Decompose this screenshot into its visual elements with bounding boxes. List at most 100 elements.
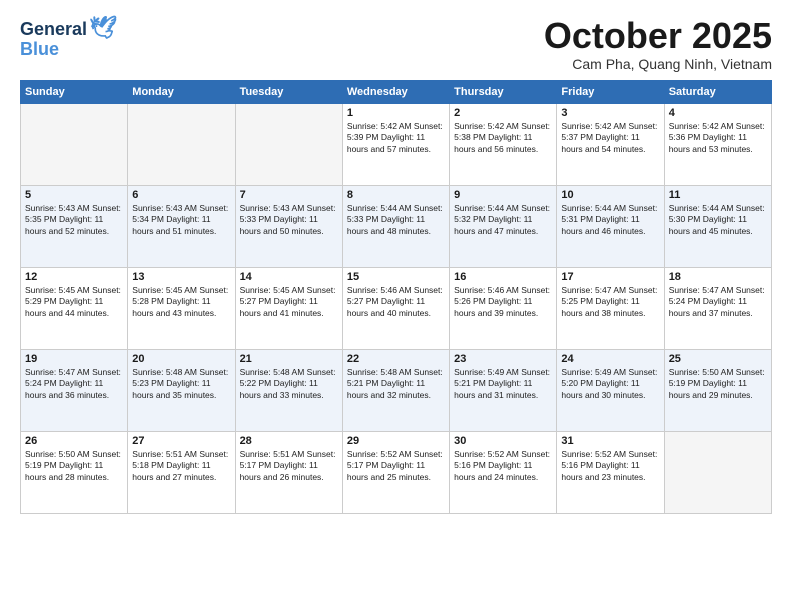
day-cell: 2 Sunrise: 5:42 AM Sunset: 5:38 PM Daylig… (450, 103, 557, 185)
day-info: Sunrise: 5:49 AM Sunset: 5:21 PM Dayligh… (454, 367, 552, 403)
day-cell: 9 Sunrise: 5:44 AM Sunset: 5:32 PM Daylig… (450, 185, 557, 267)
day-cell: 13 Sunrise: 5:45 AM Sunset: 5:28 PM Dayli… (128, 267, 235, 349)
day-info: Sunrise: 5:45 AM Sunset: 5:28 PM Dayligh… (132, 285, 230, 321)
day-cell: 21Sunrise: 5:48 AM Sunset: 5:22 PM Dayli… (235, 349, 342, 431)
day-cell (235, 103, 342, 185)
day-info: Sunrise: 5:50 AM Sunset: 5:19 PM Dayligh… (669, 367, 767, 403)
day-cell: 25 Sunrise: 5:50 AM Sunset: 5:19 PM Dayli… (664, 349, 771, 431)
day-cell: 31 Sunrise: 5:52 AM Sunset: 5:16 PM Dayli… (557, 431, 664, 513)
day-number: 23 (454, 353, 552, 365)
day-number: 9 (454, 189, 552, 201)
day-info: Sunrise: 5:51 AM Sunset: 5:18 PM Dayligh… (132, 449, 230, 485)
weekday-header-sunday: Sunday (21, 80, 128, 103)
day-info: Sunrise: 5:49 AM Sunset: 5:20 PM Dayligh… (561, 367, 659, 403)
month-title: October 2025 (544, 16, 772, 56)
week-row-3: 12 Sunrise: 5:45 AM Sunset: 5:29 PM Dayli… (21, 267, 772, 349)
logo-blue: Blue (20, 40, 59, 58)
day-info: Sunrise: 5:44 AM Sunset: 5:32 PM Dayligh… (454, 203, 552, 239)
day-number: 13 (132, 271, 230, 283)
day-info: Sunrise: 5:43 AM Sunset: 5:35 PM Dayligh… (25, 203, 123, 239)
day-cell: 4Sunrise: 5:42 AM Sunset: 5:36 PM Daylig… (664, 103, 771, 185)
weekday-header-friday: Friday (557, 80, 664, 103)
weekday-header-saturday: Saturday (664, 80, 771, 103)
day-cell (128, 103, 235, 185)
day-cell: 30 Sunrise: 5:52 AM Sunset: 5:16 PM Dayli… (450, 431, 557, 513)
day-number: 11 (669, 189, 767, 201)
day-number: 3 (561, 107, 659, 119)
day-number: 17 (561, 271, 659, 283)
day-cell: 20Sunrise: 5:48 AM Sunset: 5:23 PM Dayli… (128, 349, 235, 431)
day-info: Sunrise: 5:51 AM Sunset: 5:17 PM Dayligh… (240, 449, 338, 485)
day-cell: 14Sunrise: 5:45 AM Sunset: 5:27 PM Dayli… (235, 267, 342, 349)
day-cell: 18Sunrise: 5:47 AM Sunset: 5:24 PM Dayli… (664, 267, 771, 349)
day-info: Sunrise: 5:45 AM Sunset: 5:27 PM Dayligh… (240, 285, 338, 321)
header: General🕊 Blue October 2025 Cam Pha, Quan… (20, 16, 772, 72)
day-cell: 10 Sunrise: 5:44 AM Sunset: 5:31 PM Dayli… (557, 185, 664, 267)
day-number: 5 (25, 189, 123, 201)
day-info: Sunrise: 5:48 AM Sunset: 5:21 PM Dayligh… (347, 367, 445, 403)
day-cell: 1Sunrise: 5:42 AM Sunset: 5:39 PM Daylig… (342, 103, 449, 185)
day-info: Sunrise: 5:42 AM Sunset: 5:38 PM Dayligh… (454, 121, 552, 157)
day-info: Sunrise: 5:43 AM Sunset: 5:34 PM Dayligh… (132, 203, 230, 239)
calendar: SundayMondayTuesdayWednesdayThursdayFrid… (20, 80, 772, 514)
day-info: Sunrise: 5:52 AM Sunset: 5:17 PM Dayligh… (347, 449, 445, 485)
weekday-header-thursday: Thursday (450, 80, 557, 103)
day-cell: 29 Sunrise: 5:52 AM Sunset: 5:17 PM Dayli… (342, 431, 449, 513)
day-info: Sunrise: 5:46 AM Sunset: 5:27 PM Dayligh… (347, 285, 445, 321)
day-number: 29 (347, 435, 445, 447)
day-info: Sunrise: 5:52 AM Sunset: 5:16 PM Dayligh… (561, 449, 659, 485)
day-info: Sunrise: 5:42 AM Sunset: 5:37 PM Dayligh… (561, 121, 659, 157)
day-cell: 28 Sunrise: 5:51 AM Sunset: 5:17 PM Dayli… (235, 431, 342, 513)
location: Cam Pha, Quang Ninh, Vietnam (544, 56, 772, 72)
day-number: 7 (240, 189, 338, 201)
week-row-2: 5 Sunrise: 5:43 AM Sunset: 5:35 PM Daylig… (21, 185, 772, 267)
day-cell: 26Sunrise: 5:50 AM Sunset: 5:19 PM Dayli… (21, 431, 128, 513)
day-info: Sunrise: 5:48 AM Sunset: 5:23 PM Dayligh… (132, 367, 230, 403)
day-info: Sunrise: 5:44 AM Sunset: 5:30 PM Dayligh… (669, 203, 767, 239)
day-info: Sunrise: 5:44 AM Sunset: 5:31 PM Dayligh… (561, 203, 659, 239)
day-info: Sunrise: 5:44 AM Sunset: 5:33 PM Dayligh… (347, 203, 445, 239)
day-number: 2 (454, 107, 552, 119)
day-number: 31 (561, 435, 659, 447)
day-info: Sunrise: 5:46 AM Sunset: 5:26 PM Dayligh… (454, 285, 552, 321)
day-number: 1 (347, 107, 445, 119)
day-info: Sunrise: 5:47 AM Sunset: 5:24 PM Dayligh… (669, 285, 767, 321)
day-cell: 6 Sunrise: 5:43 AM Sunset: 5:34 PM Daylig… (128, 185, 235, 267)
day-cell: 24 Sunrise: 5:49 AM Sunset: 5:20 PM Dayli… (557, 349, 664, 431)
day-cell: 22Sunrise: 5:48 AM Sunset: 5:21 PM Dayli… (342, 349, 449, 431)
day-number: 30 (454, 435, 552, 447)
day-number: 25 (669, 353, 767, 365)
weekday-header-monday: Monday (128, 80, 235, 103)
day-number: 24 (561, 353, 659, 365)
week-row-5: 26Sunrise: 5:50 AM Sunset: 5:19 PM Dayli… (21, 431, 772, 513)
day-number: 4 (669, 107, 767, 119)
day-number: 6 (132, 189, 230, 201)
day-info: Sunrise: 5:52 AM Sunset: 5:16 PM Dayligh… (454, 449, 552, 485)
day-cell: 23 Sunrise: 5:49 AM Sunset: 5:21 PM Dayli… (450, 349, 557, 431)
day-number: 21 (240, 353, 338, 365)
day-number: 28 (240, 435, 338, 447)
week-row-1: 1Sunrise: 5:42 AM Sunset: 5:39 PM Daylig… (21, 103, 772, 185)
day-number: 16 (454, 271, 552, 283)
day-cell: 8 Sunrise: 5:44 AM Sunset: 5:33 PM Daylig… (342, 185, 449, 267)
day-cell: 12 Sunrise: 5:45 AM Sunset: 5:29 PM Dayli… (21, 267, 128, 349)
weekday-header-wednesday: Wednesday (342, 80, 449, 103)
weekday-header-tuesday: Tuesday (235, 80, 342, 103)
day-number: 27 (132, 435, 230, 447)
day-cell (21, 103, 128, 185)
day-info: Sunrise: 5:47 AM Sunset: 5:25 PM Dayligh… (561, 285, 659, 321)
weekday-header-row: SundayMondayTuesdayWednesdayThursdayFrid… (21, 80, 772, 103)
day-info: Sunrise: 5:45 AM Sunset: 5:29 PM Dayligh… (25, 285, 123, 321)
page: General🕊 Blue October 2025 Cam Pha, Quan… (0, 0, 792, 612)
week-row-4: 19Sunrise: 5:47 AM Sunset: 5:24 PM Dayli… (21, 349, 772, 431)
day-cell: 3 Sunrise: 5:42 AM Sunset: 5:37 PM Daylig… (557, 103, 664, 185)
day-cell: 11 Sunrise: 5:44 AM Sunset: 5:30 PM Dayli… (664, 185, 771, 267)
day-number: 15 (347, 271, 445, 283)
day-cell: 16 Sunrise: 5:46 AM Sunset: 5:26 PM Dayli… (450, 267, 557, 349)
day-number: 12 (25, 271, 123, 283)
day-number: 10 (561, 189, 659, 201)
day-info: Sunrise: 5:50 AM Sunset: 5:19 PM Dayligh… (25, 449, 123, 485)
day-cell: 27 Sunrise: 5:51 AM Sunset: 5:18 PM Dayli… (128, 431, 235, 513)
day-number: 8 (347, 189, 445, 201)
logo-general: General🕊 (20, 16, 117, 40)
